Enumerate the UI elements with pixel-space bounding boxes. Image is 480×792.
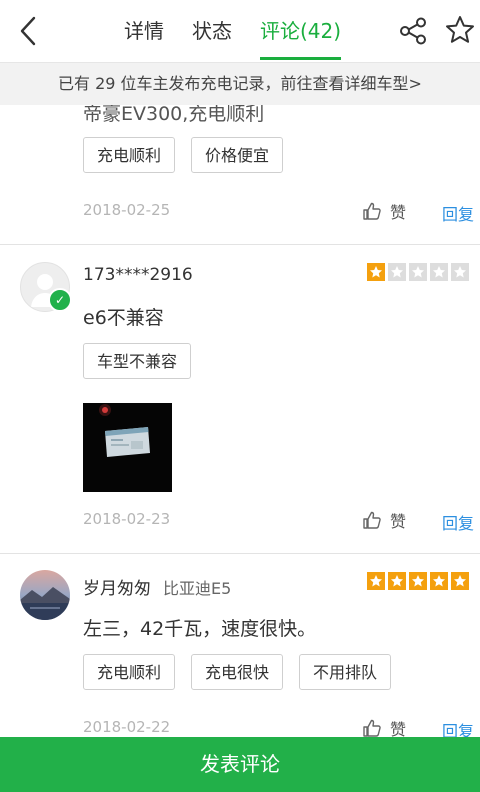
post-review-button[interactable]: 发表评论: [0, 737, 480, 792]
review-text: 帝豪EV300,充电顺利: [83, 105, 265, 125]
star-empty-icon: [388, 263, 406, 281]
car-model: 比亚迪E5: [163, 579, 232, 598]
review-tag[interactable]: 充电很快: [191, 654, 284, 690]
review-tag[interactable]: 价格便宜: [191, 137, 284, 173]
star-filled-icon: [430, 572, 448, 590]
like-label: 赞: [390, 512, 407, 531]
star-rating: [367, 263, 472, 281]
like-button[interactable]: 赞: [362, 716, 406, 737]
review-list: 帝豪EV300,充电顺利 充电顺利 价格便宜 2018-02-25 赞 回复 ✓…: [0, 105, 480, 737]
thumbs-up-icon: [363, 511, 381, 529]
thumbs-up-icon: [363, 719, 381, 737]
tab-reviews[interactable]: 评论(42): [260, 0, 342, 62]
review-tags: 车型不兼容: [83, 343, 207, 379]
tab-bar: 详情 状态 评论(42): [124, 0, 369, 62]
review-item: 帝豪EV300,充电顺利 充电顺利 价格便宜 2018-02-25 赞 回复: [0, 105, 480, 245]
star-rating: [367, 572, 472, 590]
star-favorite-icon[interactable]: [444, 14, 476, 46]
star-filled-icon: [409, 572, 427, 590]
star-filled-icon: [388, 572, 406, 590]
review-date: 2018-02-23: [83, 510, 171, 528]
star-empty-icon: [451, 263, 469, 281]
review-tag[interactable]: 充电顺利: [83, 654, 176, 690]
review-item: ✓ 173****2916 e6不兼容 车型不兼容 2018-02-23 赞 回…: [0, 245, 480, 553]
review-tags: 充电顺利 价格便宜: [83, 137, 299, 173]
star-filled-icon: [451, 572, 469, 590]
username: 岁月匆匆: [83, 579, 151, 599]
verified-badge-icon: ✓: [48, 288, 72, 312]
reply-button[interactable]: 回复: [442, 201, 474, 225]
charging-screen-photo: [83, 403, 172, 492]
review-date: 2018-02-25: [83, 201, 171, 219]
review-photo[interactable]: [83, 403, 172, 492]
review-tags: 充电顺利 充电很快 不用排队: [83, 654, 407, 690]
reply-button[interactable]: 回复: [442, 510, 474, 534]
like-button[interactable]: 赞: [362, 508, 406, 532]
share-icon[interactable]: [398, 16, 428, 46]
back-icon[interactable]: [14, 14, 46, 48]
star-empty-icon: [409, 263, 427, 281]
tab-details[interactable]: 详情: [124, 0, 164, 62]
review-tag[interactable]: 不用排队: [299, 654, 392, 690]
review-tag[interactable]: 车型不兼容: [83, 343, 192, 379]
charging-records-notice[interactable]: 已有 29 位车主发布充电记录，前往查看详细车型>: [0, 63, 480, 105]
avatar[interactable]: [20, 570, 70, 620]
landscape-avatar-image: [20, 570, 70, 620]
star-filled-icon: [367, 263, 385, 281]
username: 173****2916: [83, 265, 193, 285]
like-button[interactable]: 赞: [362, 199, 406, 223]
star-filled-icon: [367, 572, 385, 590]
thumbs-up-icon: [363, 202, 381, 220]
review-text: e6不兼容: [83, 307, 164, 329]
tab-status[interactable]: 状态: [192, 0, 232, 62]
review-date: 2018-02-22: [83, 718, 171, 736]
top-nav-bar: 详情 状态 评论(42): [0, 0, 480, 63]
like-label: 赞: [390, 720, 407, 737]
review-item: 岁月匆匆 比亚迪E5 左三，42千瓦，速度很快。 充电顺利 充电很快 不用排队 …: [0, 554, 480, 737]
reply-button[interactable]: 回复: [442, 718, 474, 737]
review-tag[interactable]: 充电顺利: [83, 137, 176, 173]
like-label: 赞: [390, 203, 407, 222]
review-text: 左三，42千瓦，速度很快。: [83, 618, 317, 640]
star-empty-icon: [430, 263, 448, 281]
